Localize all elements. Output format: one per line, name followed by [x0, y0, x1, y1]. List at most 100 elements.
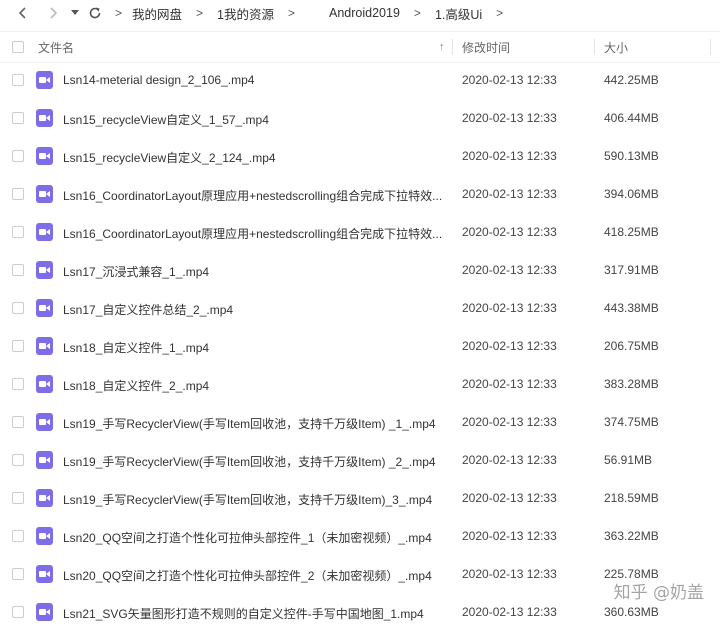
file-list: Lsn14-meterial design_2_106_.mp4 2020-02… [0, 61, 720, 631]
back-button[interactable] [12, 2, 34, 24]
file-size: 394.06MB [604, 187, 659, 201]
file-size: 206.75MB [604, 339, 659, 353]
history-dropdown-button[interactable] [68, 2, 82, 24]
file-name[interactable]: Lsn19_手写RecyclerView(手写Item回收池，支持千万级Item… [63, 415, 447, 432]
file-name[interactable]: Lsn20_QQ空间之打造个性化可拉伸头部控件_2（未加密视频）_.mp4 [63, 567, 447, 584]
video-file-icon [36, 147, 53, 165]
forward-button[interactable] [42, 2, 64, 24]
video-file-icon [36, 489, 53, 507]
row-checkbox[interactable] [12, 226, 24, 238]
breadcrumb-separator: > [196, 6, 204, 20]
chevron-right-icon [50, 7, 58, 19]
file-name[interactable]: Lsn16_CoordinatorLayout原理应用+nestedscroll… [63, 225, 447, 242]
video-file-icon [36, 337, 53, 355]
file-size: 363.22MB [604, 529, 659, 543]
file-name[interactable]: Lsn19_手写RecyclerView(手写Item回收池，支持千万级Item… [63, 491, 447, 508]
file-row[interactable]: Lsn16_CoordinatorLayout原理应用+nestedscroll… [0, 213, 720, 251]
row-checkbox[interactable] [12, 112, 24, 124]
breadcrumb: > 我的网盘 > 1我的资源 > Android2019 > 1.高级Ui > [115, 4, 517, 23]
breadcrumb-my-resources[interactable]: 1我的资源 [217, 4, 274, 23]
file-size: 374.75MB [604, 415, 659, 429]
row-checkbox[interactable] [12, 188, 24, 200]
file-modified-date: 2020-02-13 12:33 [462, 263, 557, 277]
column-header-modified[interactable]: 修改时间 [462, 39, 510, 56]
video-file-icon [36, 603, 53, 621]
row-checkbox[interactable] [12, 492, 24, 504]
column-header-size[interactable]: 大小 [604, 39, 628, 56]
file-modified-date: 2020-02-13 12:33 [462, 529, 557, 543]
row-checkbox[interactable] [12, 150, 24, 162]
row-checkbox[interactable] [12, 530, 24, 542]
row-checkbox[interactable] [12, 74, 24, 86]
column-header-name[interactable]: 文件名 [38, 39, 74, 56]
video-file-icon [36, 527, 53, 545]
file-size: 218.59MB [604, 491, 659, 505]
file-row[interactable]: Lsn15_recycleView自定义_1_57_.mp4 2020-02-1… [0, 99, 720, 137]
file-modified-date: 2020-02-13 12:33 [462, 491, 557, 505]
file-size: 418.25MB [604, 225, 659, 239]
file-name[interactable]: Lsn16_CoordinatorLayout原理应用+nestedscroll… [63, 187, 447, 204]
file-row[interactable]: Lsn17_自定义控件总结_2_.mp4 2020-02-13 12:33 44… [0, 289, 720, 327]
column-divider[interactable] [594, 39, 595, 55]
breadcrumb-separator: > [496, 6, 504, 20]
file-row[interactable]: Lsn19_手写RecyclerView(手写Item回收池，支持千万级Item… [0, 403, 720, 441]
file-size: 442.25MB [604, 73, 659, 87]
row-checkbox[interactable] [12, 416, 24, 428]
file-modified-date: 2020-02-13 12:33 [462, 73, 557, 87]
file-name[interactable]: Lsn20_QQ空间之打造个性化可拉伸头部控件_1（未加密视频）_.mp4 [63, 529, 447, 546]
row-checkbox[interactable] [12, 302, 24, 314]
file-modified-date: 2020-02-13 12:33 [462, 415, 557, 429]
file-row[interactable]: Lsn19_手写RecyclerView(手写Item回收池，支持千万级Item… [0, 441, 720, 479]
file-row[interactable]: Lsn15_recycleView自定义_2_124_.mp4 2020-02-… [0, 137, 720, 175]
breadcrumb-separator: > [413, 6, 421, 20]
column-divider[interactable] [452, 39, 453, 55]
row-checkbox[interactable] [12, 340, 24, 352]
file-row[interactable]: Lsn21_SVG矢量图形打造不规则的自定义控件-手写中国地图_1.mp4 20… [0, 593, 720, 631]
file-name[interactable]: Lsn14-meterial design_2_106_.mp4 [63, 73, 447, 87]
file-modified-date: 2020-02-13 12:33 [462, 301, 557, 315]
file-row[interactable]: Lsn19_手写RecyclerView(手写Item回收池，支持千万级Item… [0, 479, 720, 517]
video-file-icon [36, 375, 53, 393]
sort-ascending-icon[interactable]: ↑ [439, 41, 445, 53]
file-modified-date: 2020-02-13 12:33 [462, 111, 557, 125]
video-file-icon [36, 299, 53, 317]
file-name[interactable]: Lsn18_自定义控件_2_.mp4 [63, 377, 447, 394]
breadcrumb-separator: > [115, 6, 123, 20]
file-modified-date: 2020-02-13 12:33 [462, 339, 557, 353]
file-size: 406.44MB [604, 111, 659, 125]
file-row[interactable]: Lsn18_自定义控件_1_.mp4 2020-02-13 12:33 206.… [0, 327, 720, 365]
video-file-icon [36, 109, 53, 127]
refresh-button[interactable] [84, 2, 106, 24]
row-checkbox[interactable] [12, 606, 24, 618]
watermark: 知乎 @奶盖 [613, 583, 704, 603]
row-checkbox[interactable] [12, 264, 24, 276]
file-row[interactable]: Lsn17_沉浸式兼容_1_.mp4 2020-02-13 12:33 317.… [0, 251, 720, 289]
file-row[interactable]: Lsn16_CoordinatorLayout原理应用+nestedscroll… [0, 175, 720, 213]
file-name[interactable]: Lsn17_自定义控件总结_2_.mp4 [63, 301, 447, 318]
file-row[interactable]: Lsn20_QQ空间之打造个性化可拉伸头部控件_2（未加密视频）_.mp4 20… [0, 555, 720, 593]
file-name[interactable]: Lsn19_手写RecyclerView(手写Item回收池，支持千万级Item… [63, 453, 447, 470]
file-name[interactable]: Lsn15_recycleView自定义_1_57_.mp4 [63, 111, 447, 128]
breadcrumb-android2019[interactable]: Android2019 [329, 6, 400, 20]
file-row[interactable]: Lsn18_自定义控件_2_.mp4 2020-02-13 12:33 383.… [0, 365, 720, 403]
row-checkbox[interactable] [12, 378, 24, 390]
file-size: 590.13MB [604, 149, 659, 163]
breadcrumb-advanced-ui[interactable]: 1.高级Ui [435, 4, 482, 23]
file-row[interactable]: Lsn14-meterial design_2_106_.mp4 2020-02… [0, 61, 720, 99]
file-modified-date: 2020-02-13 12:33 [462, 567, 557, 581]
file-size: 443.38MB [604, 301, 659, 315]
select-all-checkbox[interactable] [12, 41, 24, 53]
row-checkbox[interactable] [12, 568, 24, 580]
column-divider[interactable] [710, 39, 711, 55]
row-checkbox[interactable] [12, 454, 24, 466]
file-name[interactable]: Lsn21_SVG矢量图形打造不规则的自定义控件-手写中国地图_1.mp4 [63, 605, 447, 622]
video-file-icon [36, 185, 53, 203]
refresh-icon [89, 7, 101, 19]
breadcrumb-my-drive[interactable]: 我的网盘 [132, 4, 182, 23]
file-size: 317.91MB [604, 263, 659, 277]
file-name[interactable]: Lsn18_自定义控件_1_.mp4 [63, 339, 447, 356]
file-size: 383.28MB [604, 377, 659, 391]
file-row[interactable]: Lsn20_QQ空间之打造个性化可拉伸头部控件_1（未加密视频）_.mp4 20… [0, 517, 720, 555]
file-name[interactable]: Lsn15_recycleView自定义_2_124_.mp4 [63, 149, 447, 166]
file-name[interactable]: Lsn17_沉浸式兼容_1_.mp4 [63, 263, 447, 280]
